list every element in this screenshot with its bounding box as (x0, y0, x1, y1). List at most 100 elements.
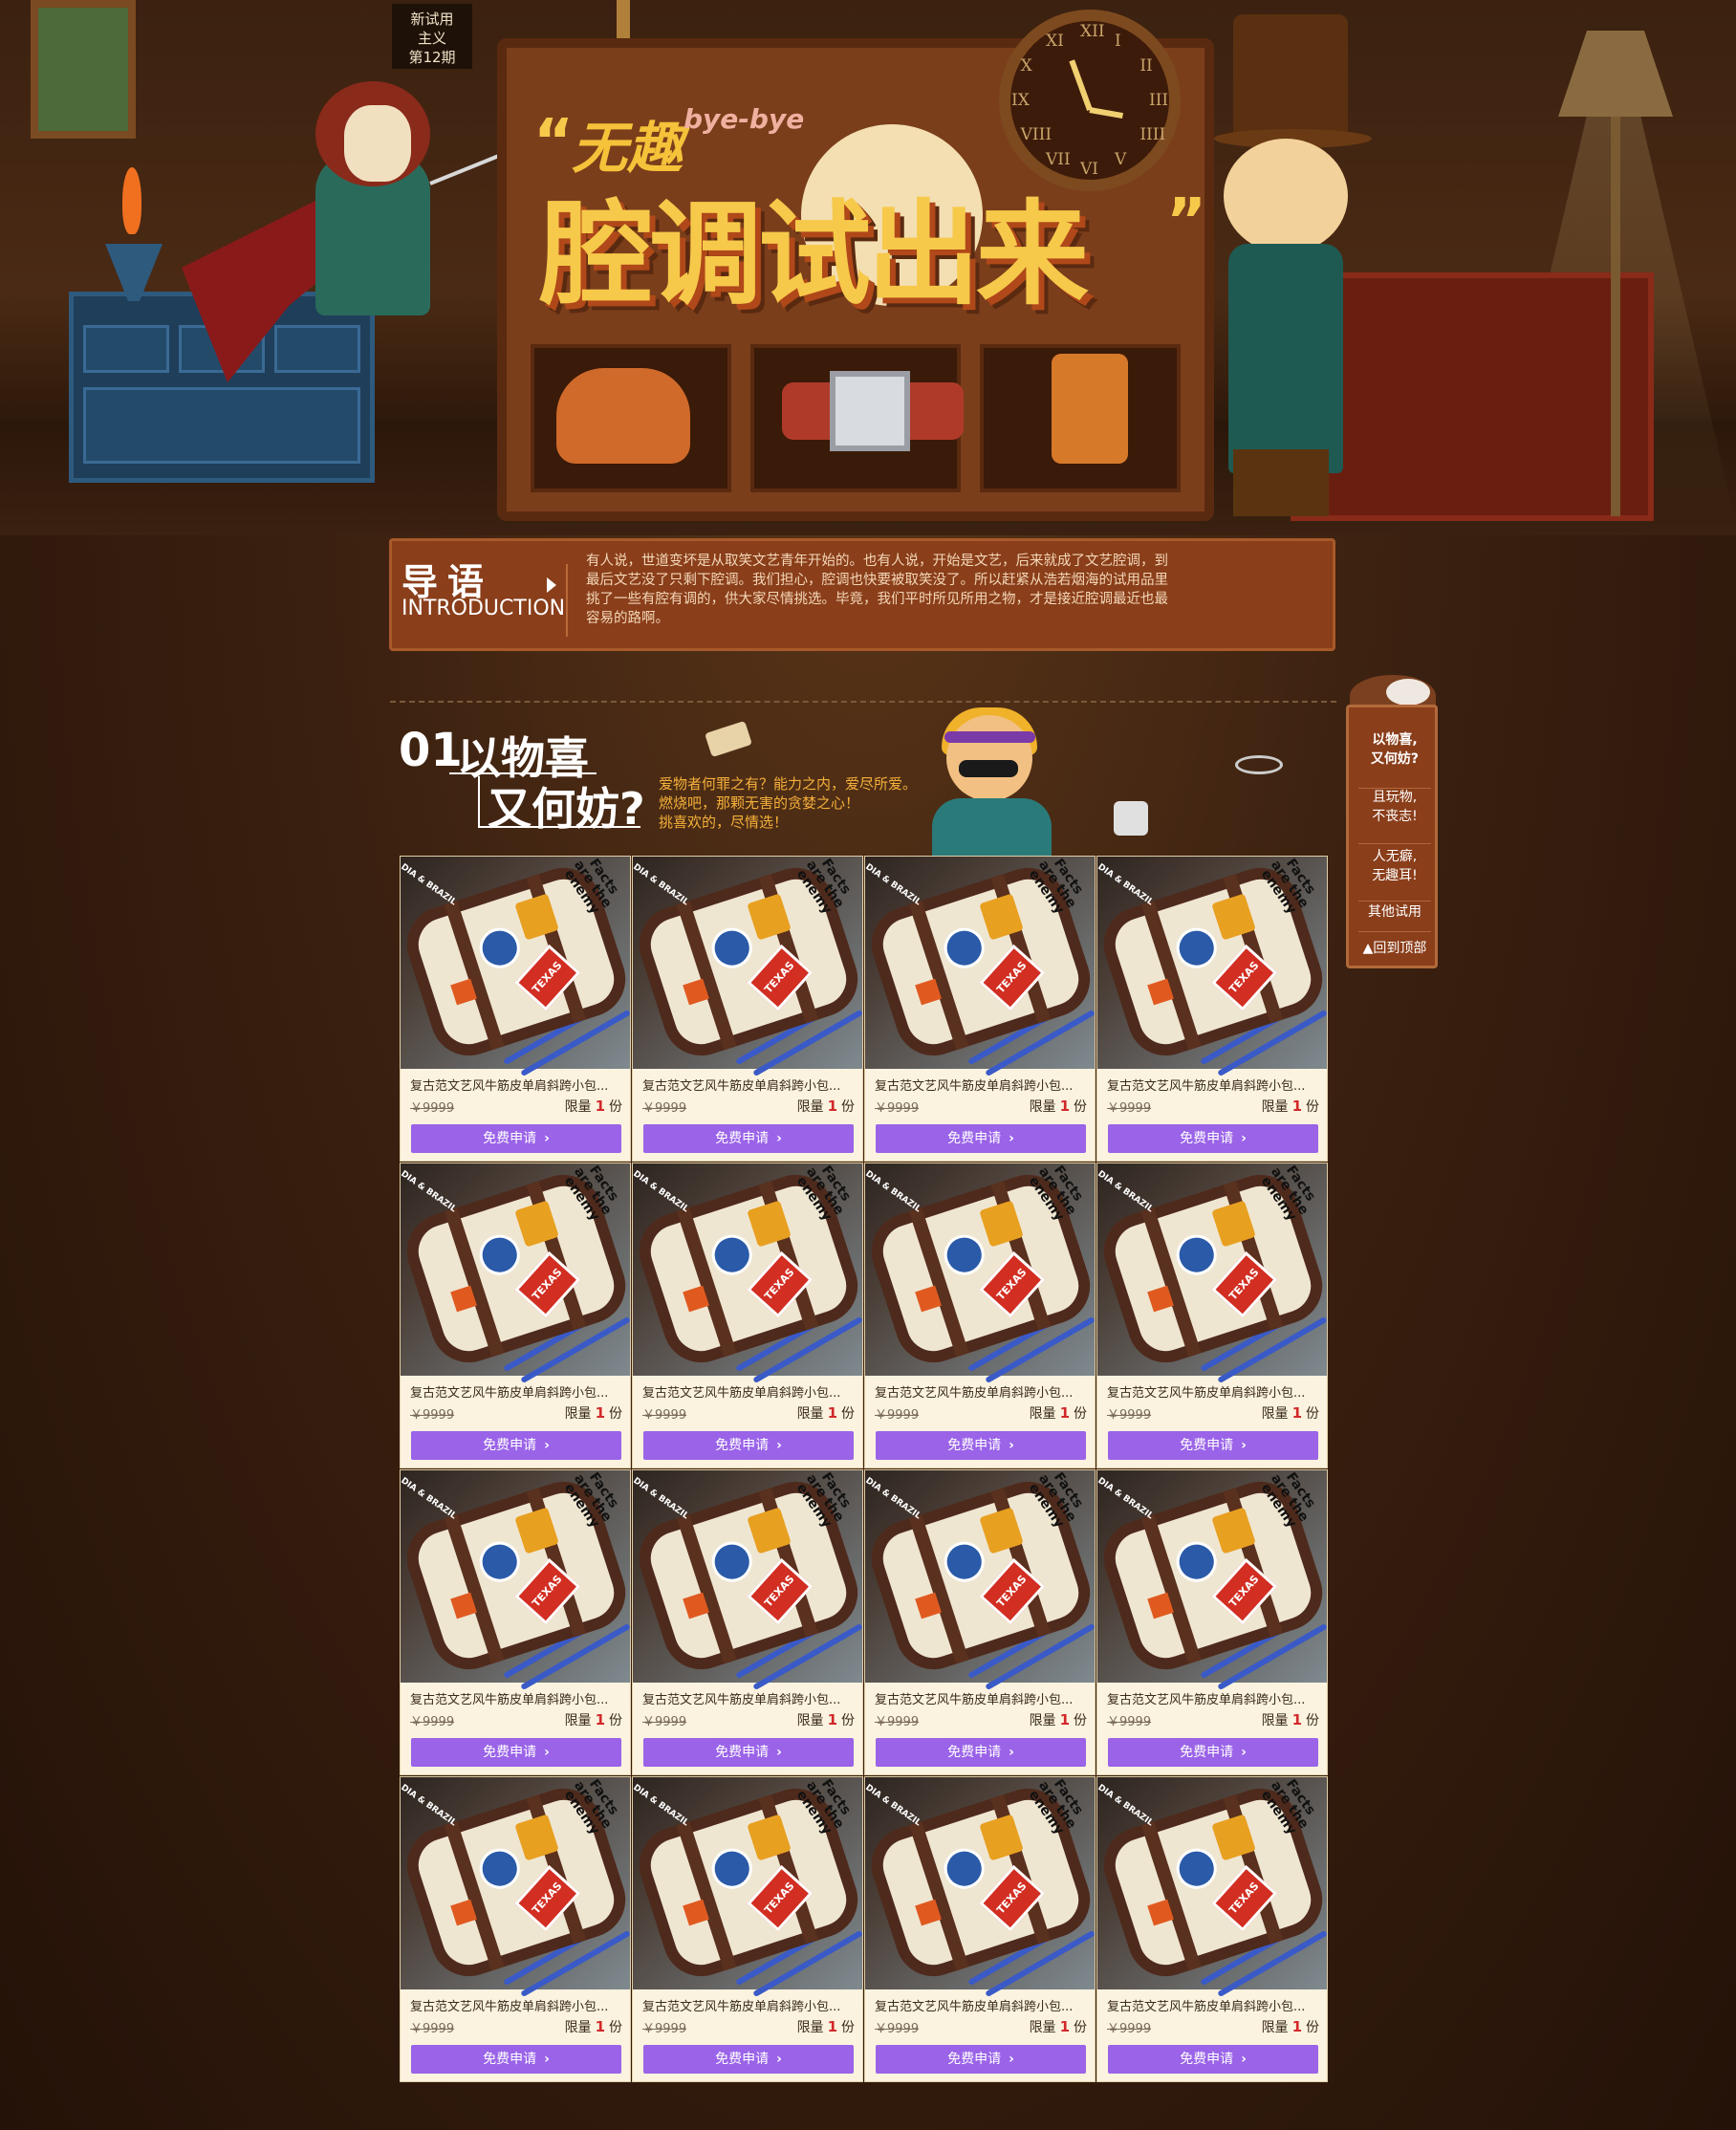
free-apply-button[interactable]: 免费申请 › (876, 2045, 1086, 2074)
product-card[interactable]: TEXAS DIA & BRAZIL Facts are the enemy 复古范文… (400, 1776, 631, 2082)
product-card[interactable]: TEXAS DIA & BRAZIL Facts are the enemy 复古范文… (864, 856, 1096, 1162)
banner-title: 腔调试出来 (540, 188, 1089, 320)
product-card[interactable]: TEXAS DIA & BRAZIL Facts are the enemy 复古范文… (864, 1163, 1096, 1468)
free-apply-button[interactable]: 免费申请 › (411, 1124, 621, 1153)
bag-strap (1140, 1206, 1202, 1358)
free-apply-label: 免费申请 (1180, 1745, 1234, 1760)
product-name[interactable]: 复古范文艺风牛筋皮单肩斜跨小包... (642, 1996, 858, 2014)
product-card[interactable]: TEXAS DIA & BRAZIL Facts are the enemy 复古范文… (1096, 1163, 1328, 1468)
limit-count: 1 (595, 2018, 605, 2035)
clock-icon: XII I II III IIII V VI VII VIII IX X XI (999, 10, 1181, 191)
product-card[interactable]: TEXAS DIA & BRAZIL Facts are the enemy 复古范文… (400, 1163, 631, 1468)
product-card[interactable]: TEXAS DIA & BRAZIL Facts are the enemy 复古范文… (1096, 856, 1328, 1162)
product-card[interactable]: TEXAS DIA & BRAZIL Facts are the enemy 复古范文… (400, 856, 631, 1162)
free-apply-button[interactable]: 免费申请 › (1108, 2045, 1318, 2074)
product-image[interactable]: TEXAS DIA & BRAZIL Facts are the enemy (633, 1163, 862, 1384)
product-name[interactable]: 复古范文艺风牛筋皮单肩斜跨小包... (1107, 1996, 1323, 2014)
limit-suffix: 份 (1306, 1406, 1319, 1422)
product-name[interactable]: 复古范文艺风牛筋皮单肩斜跨小包... (875, 1382, 1091, 1401)
product-card[interactable]: TEXAS DIA & BRAZIL Facts are the enemy 复古范文… (632, 1776, 863, 2082)
product-card[interactable]: TEXAS DIA & BRAZIL Facts are the enemy 复古范文… (632, 856, 863, 1162)
free-apply-button[interactable]: 免费申请 › (1108, 1431, 1318, 1460)
product-image[interactable]: TEXAS DIA & BRAZIL Facts are the enemy (865, 1470, 1095, 1691)
product-name[interactable]: 复古范文艺风牛筋皮单肩斜跨小包... (410, 1689, 626, 1707)
badge-patch-icon (474, 1536, 526, 1588)
clock-numeral: I (1115, 31, 1121, 51)
limit-count: 1 (827, 1404, 837, 1422)
product-card[interactable]: TEXAS DIA & BRAZIL Facts are the enemy 复古范文… (864, 1776, 1096, 2082)
free-apply-button[interactable]: 免费申请 › (876, 1738, 1086, 1767)
chevron-right-icon: › (544, 1438, 550, 1453)
side-nav-item-1[interactable]: 以物喜, 又何妨? (1349, 730, 1441, 769)
limit-suffix: 份 (841, 1713, 855, 1728)
free-apply-button[interactable]: 免费申请 › (1108, 1738, 1318, 1767)
product-image[interactable]: TEXAS DIA & BRAZIL Facts are the enemy (865, 1777, 1095, 1998)
product-name[interactable]: 复古范文艺风牛筋皮单肩斜跨小包... (410, 1382, 626, 1401)
free-apply-button[interactable]: 免费申请 › (643, 2045, 854, 2074)
product-name[interactable]: 复古范文艺风牛筋皮单肩斜跨小包... (1107, 1076, 1323, 1094)
issue-badge-line3: 第12期 (408, 49, 456, 66)
issue-badge-line1: 新试用 (410, 11, 454, 28)
product-name[interactable]: 复古范文艺风牛筋皮单肩斜跨小包... (875, 1076, 1091, 1094)
product-limit: 限量 1 份 (565, 2017, 622, 2036)
clock-minute-hand (1089, 107, 1123, 120)
limit-count: 1 (827, 1711, 837, 1728)
product-image[interactable]: TEXAS DIA & BRAZIL Facts are the enemy (633, 1777, 862, 1998)
product-image[interactable]: TEXAS DIA & BRAZIL Facts are the enemy (633, 1470, 862, 1691)
chevron-right-icon: › (1241, 1438, 1247, 1453)
bag-strap (444, 1820, 505, 1971)
section-desc-line: 爱物者何罪之有？能力之内，爱尽所爱。 (659, 775, 918, 793)
free-apply-button[interactable]: 免费申请 › (643, 1738, 854, 1767)
bag-strap (444, 1513, 505, 1664)
product-image[interactable]: TEXAS DIA & BRAZIL Facts are the enemy (401, 857, 630, 1077)
free-apply-button[interactable]: 免费申请 › (876, 1431, 1086, 1460)
free-apply-button[interactable]: 免费申请 › (876, 1124, 1086, 1153)
product-image[interactable]: TEXAS DIA & BRAZIL Facts are the enemy (865, 857, 1095, 1077)
product-image[interactable]: TEXAS DIA & BRAZIL Facts are the enemy (865, 1163, 1095, 1384)
product-image[interactable]: TEXAS DIA & BRAZIL Facts are the enemy (1097, 1163, 1327, 1384)
free-apply-label: 免费申请 (715, 2052, 770, 2067)
product-name[interactable]: 复古范文艺风牛筋皮单肩斜跨小包... (1107, 1382, 1323, 1401)
product-name[interactable]: 复古范文艺风牛筋皮单肩斜跨小包... (875, 1689, 1091, 1707)
product-card[interactable]: TEXAS DIA & BRAZIL Facts are the enemy 复古范文… (864, 1469, 1096, 1775)
product-name[interactable]: 复古范文艺风牛筋皮单肩斜跨小包... (642, 1382, 858, 1401)
product-name[interactable]: 复古范文艺风牛筋皮单肩斜跨小包... (875, 1996, 1091, 2014)
section-desc-line: 燃烧吧，那颗无害的贪婪之心！ (659, 794, 860, 812)
product-image[interactable]: TEXAS DIA & BRAZIL Facts are the enemy (401, 1470, 630, 1691)
product-name[interactable]: 复古范文艺风牛筋皮单肩斜跨小包... (1107, 1689, 1323, 1707)
product-image[interactable]: TEXAS DIA & BRAZIL Facts are the enemy (401, 1163, 630, 1384)
product-card[interactable]: TEXAS DIA & BRAZIL Facts are the enemy 复古范文… (1096, 1776, 1328, 2082)
side-nav-item-4[interactable]: 其他试用 (1349, 902, 1441, 922)
bag-strap (444, 900, 505, 1051)
product-image[interactable]: TEXAS DIA & BRAZIL Facts are the enemy (1097, 1777, 1327, 1998)
product-name[interactable]: 复古范文艺风牛筋皮单肩斜跨小包... (642, 1076, 858, 1094)
free-apply-button[interactable]: 免费申请 › (411, 1431, 621, 1460)
product-limit: 限量 1 份 (797, 1403, 855, 1423)
back-to-top-link[interactable]: ▲回到顶部 (1349, 939, 1441, 958)
side-nav-label: 以物喜, (1372, 732, 1418, 748)
gentleman-legs (1233, 449, 1329, 516)
free-apply-button[interactable]: 免费申请 › (643, 1124, 854, 1153)
product-card[interactable]: TEXAS DIA & BRAZIL Facts are the enemy 复古范文… (632, 1469, 863, 1775)
free-apply-button[interactable]: 免费申请 › (411, 2045, 621, 2074)
product-image[interactable]: TEXAS DIA & BRAZIL Facts are the enemy (401, 1777, 630, 1998)
product-card[interactable]: TEXAS DIA & BRAZIL Facts are the enemy 复古范文… (400, 1469, 631, 1775)
badge-patch-icon (939, 1843, 990, 1895)
product-name[interactable]: 复古范文艺风牛筋皮单肩斜跨小包... (410, 1076, 626, 1094)
product-card[interactable]: TEXAS DIA & BRAZIL Facts are the enemy 复古范文… (1096, 1469, 1328, 1775)
free-apply-button[interactable]: 免费申请 › (1108, 1124, 1318, 1153)
free-apply-label: 免费申请 (947, 1438, 1002, 1453)
product-name[interactable]: 复古范文艺风牛筋皮单肩斜跨小包... (410, 1996, 626, 2014)
free-apply-button[interactable]: 免费申请 › (411, 1738, 621, 1767)
limit-suffix: 份 (1306, 1099, 1319, 1115)
free-apply-button[interactable]: 免费申请 › (643, 1431, 854, 1460)
product-limit: 限量 1 份 (797, 2017, 855, 2036)
product-card[interactable]: TEXAS DIA & BRAZIL Facts are the enemy 复古范文… (632, 1163, 863, 1468)
bag-strap (676, 1513, 737, 1664)
product-image[interactable]: TEXAS DIA & BRAZIL Facts are the enemy (1097, 1470, 1327, 1691)
side-nav-item-3[interactable]: 人无癖, 无趣耳! (1349, 847, 1441, 885)
product-name[interactable]: 复古范文艺风牛筋皮单肩斜跨小包... (642, 1689, 858, 1707)
side-nav-item-2[interactable]: 且玩物, 不丧志! (1349, 788, 1441, 826)
product-image[interactable]: TEXAS DIA & BRAZIL Facts are the enemy (1097, 857, 1327, 1077)
product-image[interactable]: TEXAS DIA & BRAZIL Facts are the enemy (633, 857, 862, 1077)
